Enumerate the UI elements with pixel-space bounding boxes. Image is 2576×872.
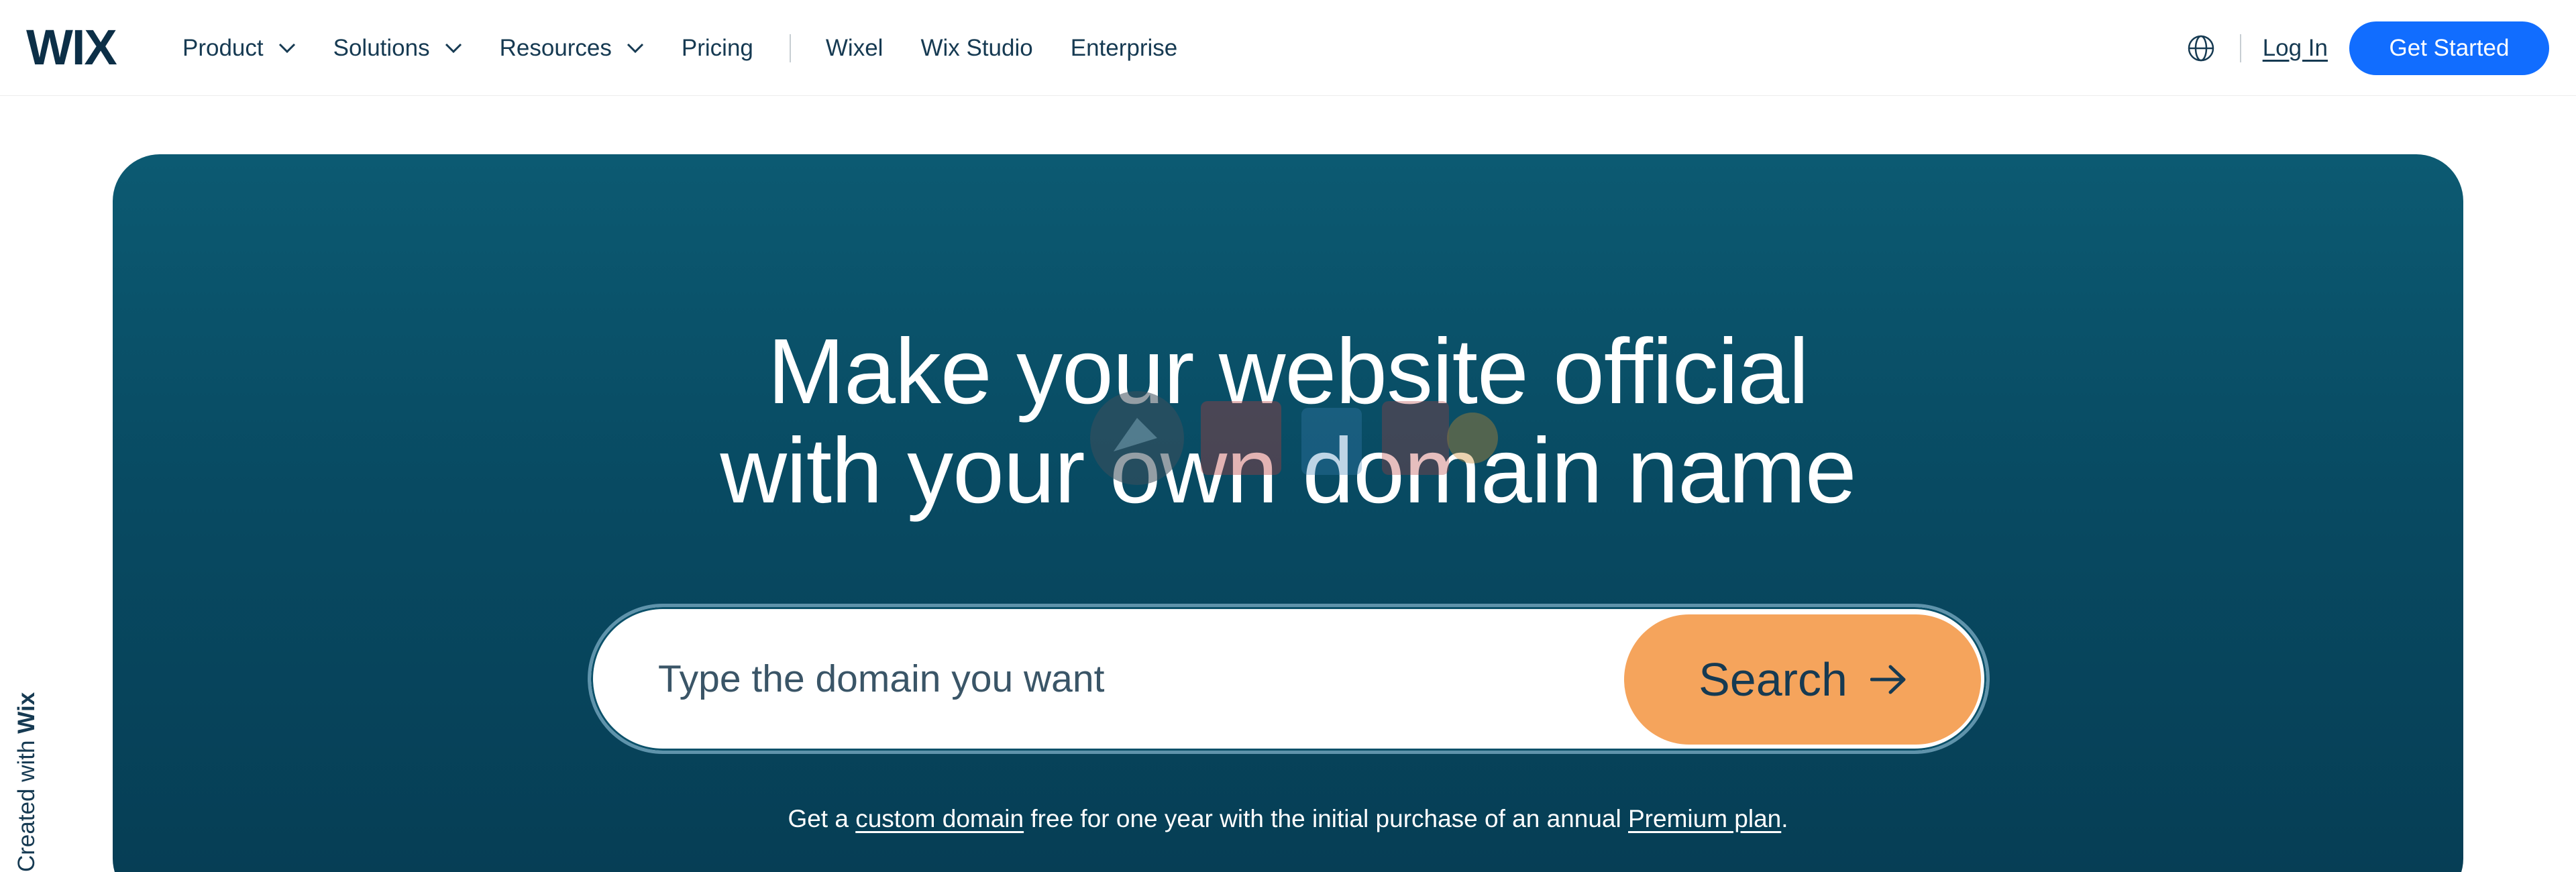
arrow-right-icon [1870, 665, 1906, 694]
header-tools: Log In Get Started [2186, 0, 2549, 96]
main-nav: Product Solutions Resources Pricing Wixe… [182, 0, 1215, 96]
tools-divider [2239, 34, 2241, 62]
promo-suffix: . [1781, 805, 1788, 832]
search-button-label: Search [1699, 653, 1847, 706]
nav-item-solutions[interactable]: Solutions [333, 35, 462, 62]
nav-item-product[interactable]: Product [182, 35, 296, 62]
created-with-wix-badge[interactable]: Created with Wix [13, 692, 40, 872]
nav-divider [789, 34, 791, 62]
premium-plan-link[interactable]: Premium plan [1628, 805, 1781, 832]
hero-section: Make your website official with your own… [113, 154, 2463, 872]
nav-item-resources[interactable]: Resources [500, 35, 644, 62]
domain-search-input[interactable] [658, 607, 1597, 751]
nav-item-wixel[interactable]: Wixel [826, 35, 883, 62]
badge-prefix: Created with [13, 740, 40, 872]
site-header: WIX Product Solutions Resources Pricing … [0, 0, 2576, 96]
wix-logo[interactable]: WIX [26, 23, 117, 72]
promo-text: Get a custom domain free for one year wi… [113, 805, 2463, 833]
promo-middle: free for one year with the initial purch… [1030, 805, 1621, 832]
chevron-down-icon [278, 43, 295, 53]
nav-item-label: Pricing [681, 34, 753, 61]
nav-item-label: Solutions [333, 34, 430, 61]
search-button[interactable]: Search [1624, 614, 1981, 745]
globe-icon[interactable] [2186, 34, 2216, 63]
nav-item-enterprise[interactable]: Enterprise [1071, 35, 1178, 62]
nav-item-label: Product [182, 34, 264, 61]
badge-brand: Wix [13, 692, 40, 734]
nav-item-wix-studio[interactable]: Wix Studio [920, 35, 1032, 62]
chevron-down-icon [627, 43, 643, 53]
nav-item-label: Resources [499, 34, 612, 61]
nav-item-pricing[interactable]: Pricing [682, 35, 753, 62]
promo-prefix: Get a [788, 805, 849, 832]
custom-domain-link[interactable]: custom domain [855, 805, 1024, 832]
nav-item-label: Enterprise [1070, 34, 1178, 61]
get-started-button[interactable]: Get Started [2349, 21, 2549, 75]
login-link[interactable]: Log In [2263, 35, 2328, 62]
nav-item-label: Wix Studio [920, 34, 1033, 61]
domain-search-box: Search [588, 604, 1990, 754]
nav-item-label: Wixel [825, 34, 883, 61]
watermark-logo [1090, 391, 1498, 485]
chevron-down-icon [445, 43, 462, 53]
